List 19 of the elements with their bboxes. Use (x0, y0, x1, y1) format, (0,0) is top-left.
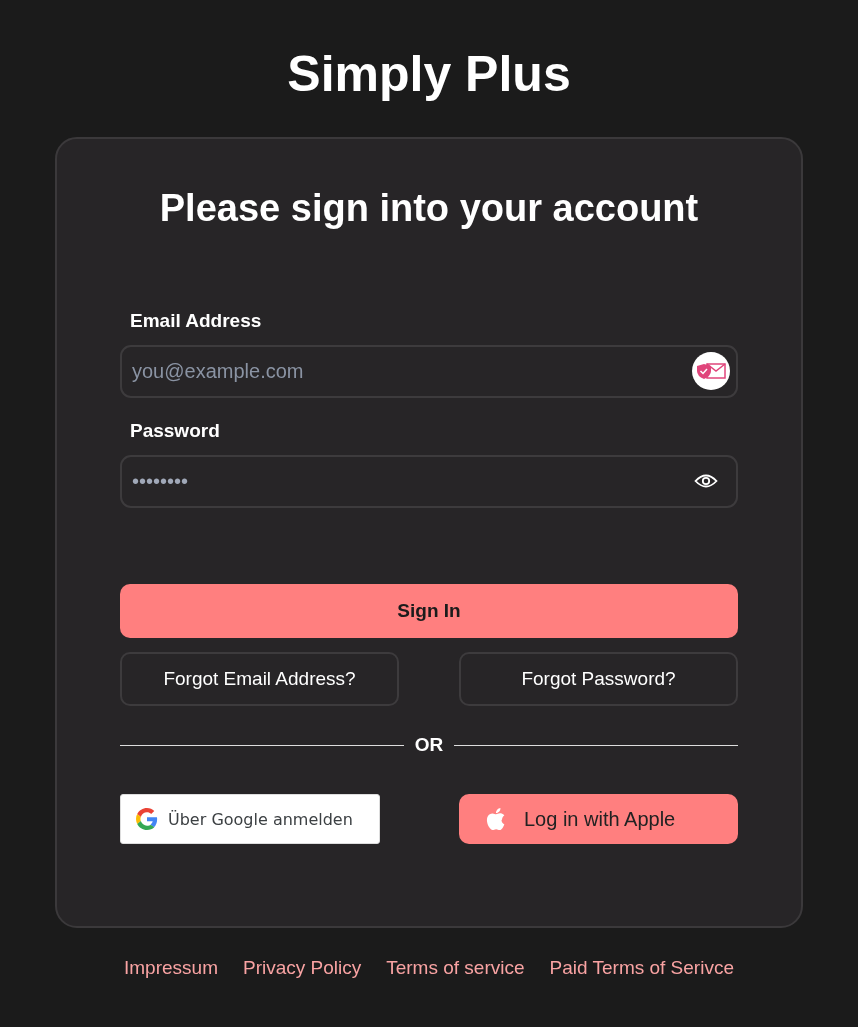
footer-link[interactable]: Privacy Policy (242, 957, 362, 979)
card-heading: Please sign into your account (158, 186, 700, 231)
sign-in-button[interactable]: Sign In (120, 584, 738, 638)
google-sign-in-button[interactable]: Über Google anmelden (120, 794, 380, 844)
app-title: Simply Plus (287, 45, 571, 104)
forgot-button[interactable]: Forgot Email Address? (120, 652, 399, 706)
password-field[interactable]: •••••••• (120, 455, 738, 508)
divider-text: OR (414, 734, 444, 756)
forgot-button[interactable]: Forgot Password? (459, 652, 738, 706)
google-logo-icon (136, 808, 158, 830)
secure-mail-icon[interactable] (692, 352, 730, 390)
field-label: Password (129, 420, 221, 442)
field-label: Email Address (129, 310, 263, 332)
email-field[interactable]: you@example.com (120, 345, 738, 398)
footer-link[interactable]: Paid Terms of Serivce (549, 957, 734, 979)
apple-sign-in-button[interactable]: Log in with Apple (459, 794, 738, 844)
apple-logo-icon (484, 806, 506, 832)
footer-link[interactable]: Impressum (124, 957, 218, 979)
footer-link[interactable]: Terms of service (386, 957, 525, 979)
